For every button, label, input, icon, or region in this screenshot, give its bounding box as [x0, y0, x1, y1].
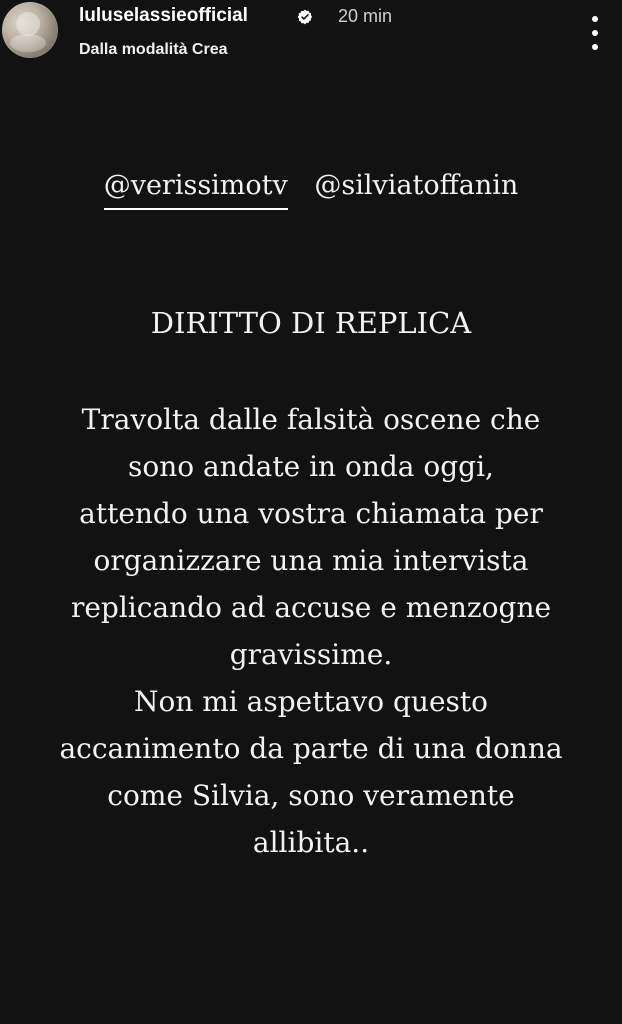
username[interactable]: luluselassieofficial: [79, 4, 248, 28]
story-line: Travolta dalle falsità oscene che: [81, 403, 541, 436]
story-line: sono andate in onda oggi,: [128, 450, 494, 483]
mention-verissimotv[interactable]: @verissimotv: [103, 170, 288, 210]
more-vertical-icon: [592, 44, 598, 50]
story-line: allibita..: [252, 826, 370, 859]
story-line: replicando ad accuse e menzogne: [70, 591, 552, 624]
story-mentions: @verissimotv @silviatoffanin: [0, 170, 622, 210]
story-timestamp: 20 min: [338, 6, 393, 26]
mention-silviatoffanin[interactable]: @silviatoffanin: [314, 170, 518, 208]
story-line: gravissime.: [229, 638, 393, 671]
story-line: Non mi aspettavo questo: [133, 685, 489, 718]
more-options-button[interactable]: [588, 16, 602, 50]
story-header: luluselassieofficial 20 min Dalla modali…: [0, 0, 622, 72]
story-source-label: Dalla modalità Crea: [79, 41, 228, 58]
story-title: DIRITTO DI REPLICA: [150, 306, 472, 340]
story-line: come Silvia, sono veramente: [107, 779, 515, 812]
verified-badge-icon: [297, 9, 313, 25]
story-line: organizzare una mia intervista: [93, 544, 529, 577]
more-vertical-icon: [592, 16, 598, 22]
story-message: Travolta dalle falsità oscene che sono a…: [10, 396, 612, 866]
more-vertical-icon: [592, 30, 598, 36]
profile-avatar[interactable]: [2, 2, 58, 58]
story-line: attendo una vostra chiamata per: [79, 497, 543, 530]
story-line: accanimento da parte di una donna: [59, 732, 563, 765]
